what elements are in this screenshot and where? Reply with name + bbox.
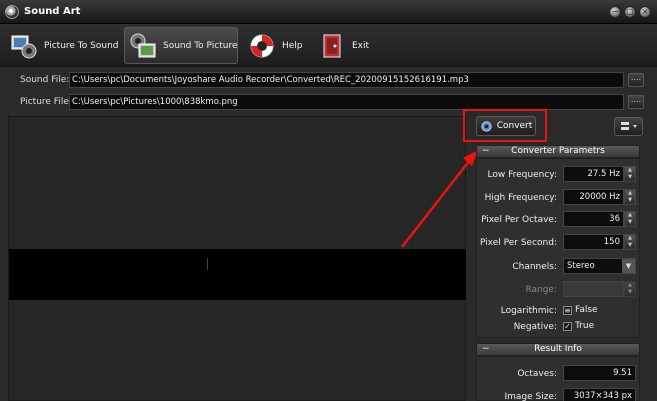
channels-select[interactable]: Stereo ▼ xyxy=(563,258,636,274)
range-stepper: ▲ ▼ xyxy=(624,281,636,297)
sound-to-picture-icon xyxy=(129,32,157,60)
view-options-button[interactable] xyxy=(614,117,643,136)
channels-label: Channels: xyxy=(512,262,557,272)
sound-file-label: Sound File: xyxy=(20,75,70,85)
picture-file-label: Picture File: xyxy=(20,97,72,107)
channels-value: Stereo xyxy=(567,261,595,271)
pixel-per-octave-stepper[interactable]: ▲ ▼ xyxy=(624,211,636,227)
toolbar: Picture To Sound Sound To Picture Help E… xyxy=(0,24,657,67)
app-icon xyxy=(5,5,19,19)
result-info-title: Result Info xyxy=(534,344,582,354)
checkmark-icon: ✓ xyxy=(563,321,572,331)
maximize-icon[interactable]: □ xyxy=(624,6,636,18)
converter-params-title: Converter Parametrs xyxy=(511,146,605,156)
collapse-result-icon: − xyxy=(482,344,490,354)
pixel-per-second-label: Pixel Per Second: xyxy=(479,238,557,248)
picture-to-sound-label: Picture To Sound xyxy=(44,40,119,51)
low-frequency-stepper[interactable]: ▲ ▼ xyxy=(624,166,636,182)
browse-sound-button[interactable]: .... xyxy=(628,73,644,87)
minimize-icon[interactable]: − xyxy=(609,6,621,18)
logarithmic-label: Logarithmic: xyxy=(500,306,557,316)
image-size-value: 3037×343 px xyxy=(563,388,636,401)
lifebuoy-icon xyxy=(248,32,276,60)
negative-label: Negative: xyxy=(513,322,557,332)
converter-params-header[interactable]: − Converter Parametrs xyxy=(476,145,640,158)
help-label: Help xyxy=(282,40,303,51)
spectrogram-image xyxy=(9,249,466,300)
picture-file-input[interactable]: C:\Users\pc\Pictures\1000\838kmo.png xyxy=(69,94,624,110)
octaves-label: Octaves: xyxy=(517,369,557,379)
high-frequency-field[interactable]: 20000 Hz xyxy=(563,189,624,205)
negative-checkbox[interactable]: ✓ True xyxy=(563,321,594,331)
title-bar: Sound Art − □ × xyxy=(0,0,657,24)
exit-button[interactable]: Exit xyxy=(314,27,372,64)
exit-label: Exit xyxy=(352,40,370,51)
pixel-per-second-field[interactable]: 150 xyxy=(563,234,624,250)
help-button[interactable]: Help xyxy=(244,27,308,64)
logarithmic-checkbox[interactable]: ≡ False xyxy=(563,305,598,315)
chevron-down-icon: ▼ xyxy=(622,259,635,273)
logarithmic-value: False xyxy=(575,305,598,315)
range-field xyxy=(563,281,624,297)
playhead-marker xyxy=(207,258,208,270)
sound-to-picture-button[interactable]: Sound To Picture xyxy=(124,27,238,64)
image-size-label: Image Size: xyxy=(504,392,557,401)
range-label: Range: xyxy=(525,285,557,295)
browse-picture-button[interactable]: .... xyxy=(628,95,644,109)
pixel-per-octave-field[interactable]: 36 xyxy=(563,211,624,227)
low-frequency-label: Low Frequency: xyxy=(487,170,557,180)
octaves-value: 9.51 xyxy=(563,365,636,381)
layout-icon xyxy=(621,122,637,130)
pixel-per-octave-label: Pixel Per Octave: xyxy=(481,215,557,225)
exit-door-icon xyxy=(318,32,346,60)
pixel-per-second-stepper[interactable]: ▲ ▼ xyxy=(624,234,636,250)
picture-to-sound-icon xyxy=(10,32,38,60)
result-info-header[interactable]: − Result Info xyxy=(476,343,640,356)
negative-value: True xyxy=(575,321,595,331)
close-icon[interactable]: × xyxy=(639,6,651,18)
unchecked-box-icon: ≡ xyxy=(563,305,572,315)
picture-to-sound-button[interactable]: Picture To Sound xyxy=(6,27,119,64)
high-frequency-stepper[interactable]: ▲ ▼ xyxy=(624,189,636,205)
collapse-icon: − xyxy=(482,146,490,156)
sound-to-picture-label: Sound To Picture xyxy=(163,40,238,51)
highlight-box xyxy=(463,109,547,142)
sound-file-input[interactable]: C:\Users\pc\Documents\Joyoshare Audio Re… xyxy=(69,72,624,88)
high-frequency-label: High Frequency: xyxy=(484,193,557,203)
window-title: Sound Art xyxy=(24,6,81,17)
low-frequency-field[interactable]: 27.5 Hz xyxy=(563,166,624,182)
